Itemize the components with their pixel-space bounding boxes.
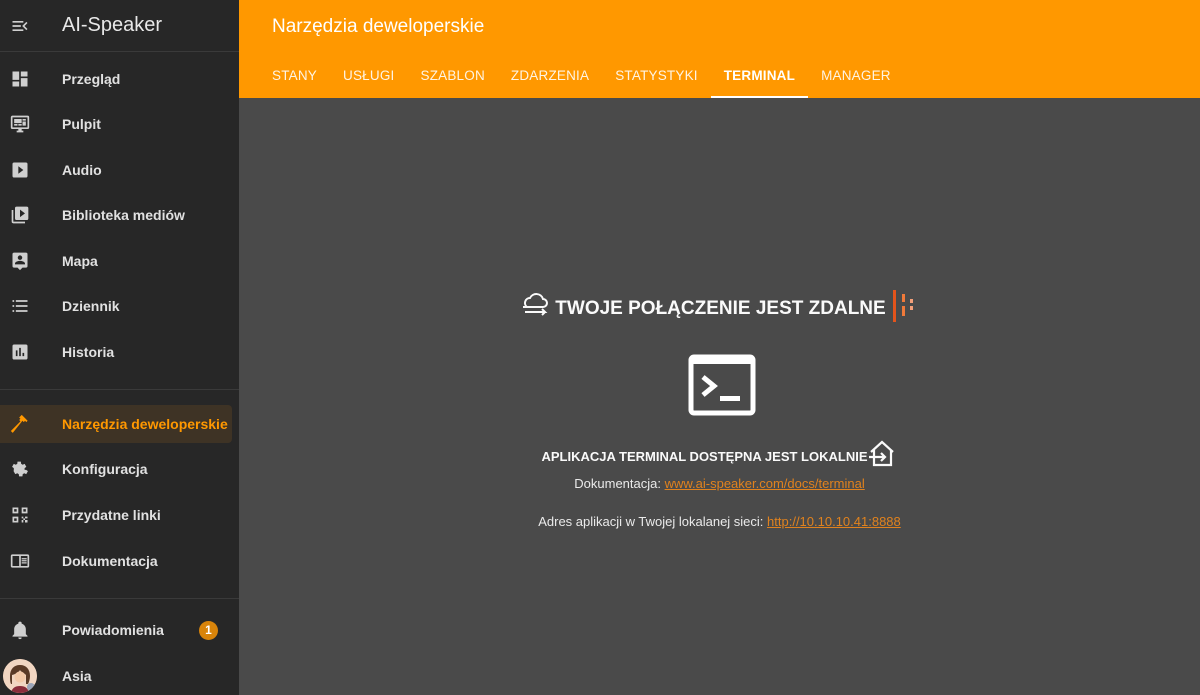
- bell-icon: [0, 611, 40, 649]
- docs-line: Dokumentacja: www.ai-speaker.com/docs/te…: [239, 476, 1200, 491]
- sidebar-item-dziennik[interactable]: Dziennik: [0, 287, 232, 325]
- sidebar-item-label: Konfiguracja: [62, 461, 148, 477]
- tab-uslugi[interactable]: USŁUGI: [330, 52, 407, 98]
- menu-open-icon[interactable]: [0, 0, 40, 52]
- address-label: Adres aplikacji w Twojej lokalanej sieci…: [538, 514, 768, 529]
- sidebar-item-narzedzia-deweloperskie[interactable]: Narzędzia deweloperskie: [0, 405, 232, 443]
- sidebar-divider: [0, 598, 239, 599]
- account-location-icon: [0, 242, 40, 280]
- remote-indicator-icon: [890, 290, 918, 327]
- sidebar-item-audio[interactable]: Audio: [0, 151, 232, 189]
- sidebar-item-label: Audio: [62, 162, 102, 178]
- sidebar-item-label: Przydatne linki: [62, 507, 161, 523]
- docs-label: Dokumentacja:: [574, 476, 665, 491]
- tab-manager[interactable]: MANAGER: [808, 52, 904, 98]
- remote-connection-title: TWOJE POŁĄCZENIE JEST ZDALNE: [555, 297, 886, 319]
- address-line: Adres aplikacji w Twojej lokalanej sieci…: [239, 514, 1200, 529]
- home-import-icon: [867, 440, 897, 473]
- remote-connection-heading: TWOJE POŁĄCZENIE JEST ZDALNE: [239, 290, 1200, 327]
- local-app-title: APLIKACJA TERMINAL DOSTĘPNA JEST LOKALNI…: [541, 449, 868, 464]
- sidebar-item-powiadomienia[interactable]: Powiadomienia 1: [0, 611, 232, 649]
- monitor-dashboard-icon: [0, 105, 40, 143]
- tab-terminal[interactable]: TERMINAL: [710, 52, 809, 98]
- sidebar-item-przydatne-linki[interactable]: Przydatne linki: [0, 496, 232, 534]
- tab-szablon[interactable]: SZABLON: [407, 52, 497, 98]
- terminal-address-link[interactable]: http://10.10.10.41:8888: [767, 514, 901, 529]
- tab-bar: STANY USŁUGI SZABLON ZDARZENIA STATYSTYK…: [259, 52, 904, 98]
- terminal-icon: [688, 354, 756, 421]
- sidebar-divider: [0, 389, 239, 390]
- sidebar-item-label: Narzędzia deweloperskie: [62, 416, 228, 432]
- tab-stany[interactable]: STANY: [259, 52, 330, 98]
- user-avatar-icon: [3, 659, 37, 693]
- dashboard-icon: [0, 60, 40, 98]
- user-name: Asia: [62, 668, 92, 684]
- app-title: AI-Speaker: [62, 14, 163, 36]
- cloud-sync-icon: [521, 293, 551, 324]
- sidebar-header: AI-Speaker: [0, 0, 239, 52]
- tab-statystyki[interactable]: STATYSTYKI: [602, 52, 711, 98]
- docs-link[interactable]: www.ai-speaker.com/docs/terminal: [665, 476, 865, 491]
- sidebar-item-user[interactable]: Asia: [0, 657, 232, 695]
- sidebar-item-label: Mapa: [62, 253, 98, 269]
- sidebar-item-label: Powiadomienia: [62, 622, 164, 638]
- format-list-icon: [0, 287, 40, 325]
- page-title: Narzędzia deweloperskie: [272, 16, 485, 37]
- cog-icon: [0, 450, 40, 488]
- chart-box-icon: [0, 333, 40, 371]
- avatar: [0, 657, 40, 695]
- sidebar-item-mapa[interactable]: Mapa: [0, 242, 232, 280]
- tab-zdarzenia[interactable]: ZDARZENIA: [498, 52, 602, 98]
- sidebar: AI-Speaker Przegląd Pulpit Audio Bibliot…: [0, 0, 239, 695]
- sidebar-item-label: Dziennik: [62, 298, 120, 314]
- sidebar-item-dokumentacja[interactable]: Dokumentacja: [0, 542, 232, 580]
- sidebar-item-przeglad[interactable]: Przegląd: [0, 60, 232, 98]
- sidebar-item-label: Biblioteka mediów: [62, 207, 185, 223]
- main-content: TWOJE POŁĄCZENIE JEST ZDALNE APLIKACJA T…: [239, 98, 1200, 695]
- sidebar-item-label: Dokumentacja: [62, 553, 158, 569]
- sidebar-item-label: Pulpit: [62, 116, 101, 132]
- notification-count-badge: 1: [199, 620, 218, 640]
- sidebar-item-label: Historia: [62, 344, 115, 360]
- sidebar-item-historia[interactable]: Historia: [0, 333, 232, 371]
- local-app-heading: APLIKACJA TERMINAL DOSTĘPNA JEST LOKALNI…: [239, 440, 1200, 473]
- book-icon: [0, 542, 40, 580]
- hammer-icon: [0, 405, 40, 443]
- sidebar-item-label: Przegląd: [62, 71, 121, 87]
- sidebar-item-biblioteka-mediow[interactable]: Biblioteka mediów: [0, 196, 232, 234]
- toolbar: Narzędzia deweloperskie STANY USŁUGI SZA…: [239, 0, 1200, 98]
- play-box-icon: [0, 151, 40, 189]
- sidebar-item-konfiguracja[interactable]: Konfiguracja: [0, 450, 232, 488]
- qrcode-icon: [0, 496, 40, 534]
- play-box-multiple-icon: [0, 196, 40, 234]
- sidebar-item-pulpit[interactable]: Pulpit: [0, 105, 232, 143]
